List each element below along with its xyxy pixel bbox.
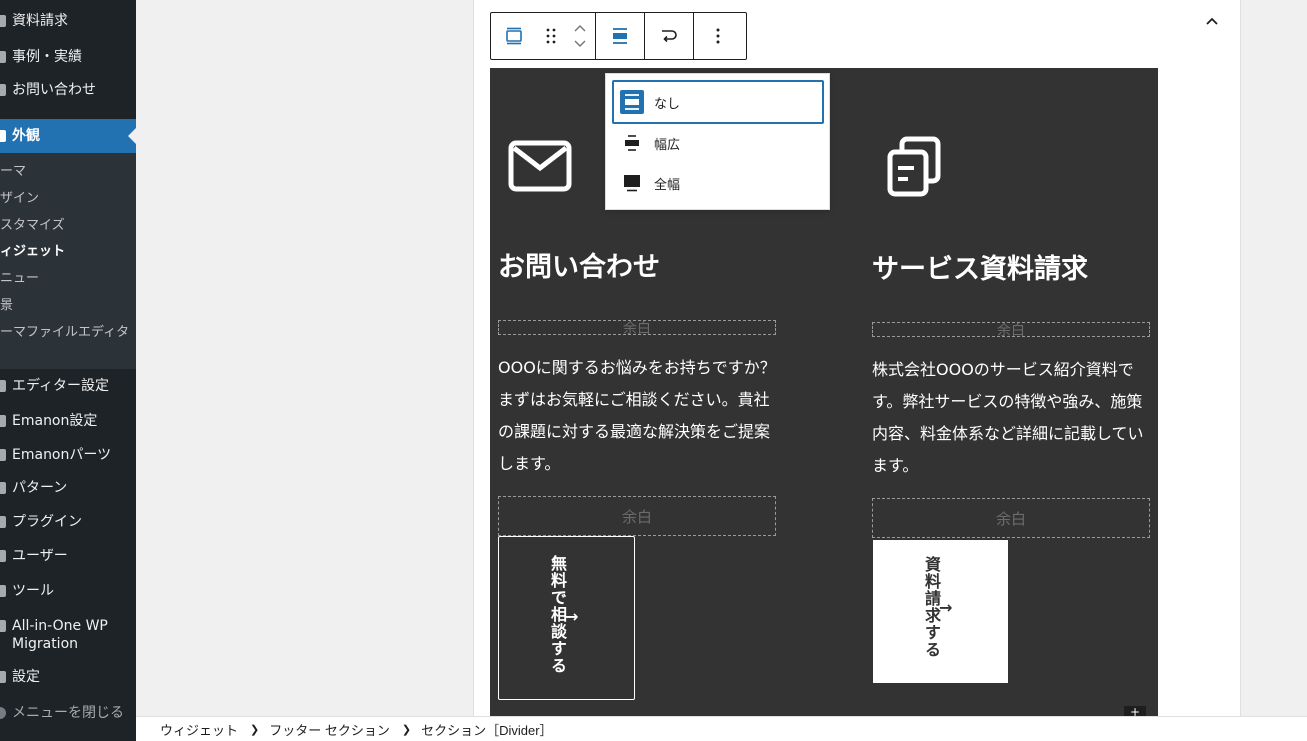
menu-item-plugins[interactable]: プラグイン [0, 505, 136, 539]
align-option-wide[interactable]: 幅広 [612, 123, 824, 163]
appearance-icon [0, 130, 6, 142]
submenu-item-customize[interactable]: スタマイズ [0, 217, 65, 235]
arrow-right-icon: → [939, 598, 953, 617]
document-request-heading[interactable]: サービス資料請求 [872, 247, 1088, 286]
align-option-none[interactable]: なし [612, 80, 824, 124]
align-option-full[interactable]: 全幅 [612, 163, 824, 203]
toolbar-group-transform [645, 13, 694, 59]
submenu-item-editor[interactable]: ザイン [0, 190, 39, 208]
spacer-label: 余白 [997, 322, 1025, 339]
breadcrumb-item-section-divider: セクション［Divider］ [421, 722, 553, 738]
add-block-icon[interactable]: + [1124, 706, 1146, 716]
arrow-right-icon: → [565, 607, 579, 626]
menu-item-tools[interactable]: ツール [0, 574, 136, 608]
menu-item-emanon-settings[interactable]: Emanon設定 [0, 404, 136, 438]
align-none-icon [620, 90, 644, 114]
menu-item-appearance[interactable]: 外観 [0, 119, 136, 153]
menu-icon [0, 15, 6, 27]
menu-item-emanon-parts[interactable]: Emanonパーツ [0, 438, 136, 472]
toolbar-group-more [694, 13, 742, 59]
chevron-right-icon: ❯ [401, 723, 412, 736]
menu-item-users[interactable]: ユーザー [0, 539, 136, 573]
active-indicator [128, 128, 136, 144]
spacer-label: 余白 [621, 507, 652, 526]
menu-item-patterns[interactable]: パターン [0, 471, 136, 505]
tools-icon [0, 585, 6, 597]
collapse-menu-button[interactable]: メニューを閉じる [0, 696, 136, 730]
document-request-description[interactable]: 株式会社OOOのサービス紹介資料です。弊社サービスの特徴や強み、施策内容、料金体… [872, 354, 1152, 482]
block-breadcrumb: ウィジェット ❯ フッター セクション ❯ セクション［Divider］ [136, 716, 1307, 741]
menu-item-all-in-one-migration[interactable]: All-in-One WP Migration [0, 617, 136, 657]
submenu-item-background[interactable]: 景 [0, 297, 13, 315]
move-up-icon[interactable] [573, 23, 587, 33]
menu-icon [0, 449, 6, 461]
menu-item-case-studies[interactable]: 事例・実績 [0, 40, 136, 74]
menu-item-settings[interactable]: 設定 [0, 660, 136, 694]
menu-icon [0, 380, 6, 392]
settings-icon [0, 671, 6, 683]
menu-icon [0, 482, 6, 494]
spacer-label: 余白 [623, 320, 651, 337]
submenu-item-theme-file-editor[interactable]: ーマファイルエディタ [0, 324, 129, 342]
menu-item-editor-settings[interactable]: エディター設定 [0, 369, 136, 403]
align-wide-icon [620, 131, 644, 155]
submenu-item-menus[interactable]: ニュー [0, 270, 39, 288]
menu-item-contact[interactable]: お問い合わせ [0, 73, 136, 107]
appearance-submenu: ーマ ザイン スタマイズ ィジェット ニュー 景 ーマファイルエディタ [0, 153, 136, 369]
group-icon[interactable] [491, 13, 537, 59]
contact-heading[interactable]: お問い合わせ [498, 245, 660, 284]
submenu-item-themes[interactable]: ーマ [0, 163, 26, 181]
align-option-label: なし [654, 95, 681, 111]
mail-icon [508, 140, 572, 196]
spacer-block[interactable]: 余白 [498, 320, 776, 337]
request-documents-button[interactable]: 資料請求する → [873, 540, 1008, 683]
menu-icon [0, 84, 6, 96]
menu-item-document-request[interactable]: 資料請求 [0, 4, 136, 38]
spacer-block[interactable]: 余白 [872, 322, 1150, 339]
spacer-label: 余白 [995, 509, 1026, 528]
plugin-icon [0, 516, 6, 528]
toolbar-group-align [596, 13, 645, 59]
submenu-item-widgets[interactable]: ィジェット [0, 243, 65, 261]
toolbar-group-block [491, 13, 596, 59]
move-down-icon[interactable] [573, 39, 587, 49]
align-none-icon[interactable] [596, 13, 644, 59]
chevron-right-icon: ❯ [250, 723, 260, 736]
breadcrumb-item-widgets[interactable]: ウィジェット [160, 720, 238, 739]
admin-sidebar: 資料請求 事例・実績 お問い合わせ 外観 ーマ ザイン スタマイズ ィジェット … [0, 0, 136, 741]
spacer-block[interactable]: 余白 [872, 498, 1150, 538]
drag-handle-icon[interactable] [537, 13, 565, 59]
block-movers [565, 13, 595, 59]
contact-description[interactable]: OOOに関するお悩みをお持ちですか？まずはお気軽にご相談ください。貴社の課題に対… [498, 352, 778, 480]
editor-canvas: お問い合わせ 余白 OOOに関するお悩みをお持ちですか？まずはお気軽にご相談くだ… [136, 0, 1307, 716]
collapse-icon [0, 707, 6, 719]
block-toolbar [490, 12, 747, 60]
breadcrumb-item-footer-section[interactable]: フッター セクション [269, 720, 390, 739]
document-copy-icon [886, 136, 942, 202]
more-options-icon[interactable] [694, 13, 742, 59]
align-full-icon [620, 171, 644, 195]
user-icon [0, 550, 6, 562]
menu-icon [0, 415, 6, 427]
migration-icon [0, 620, 6, 632]
align-option-label: 幅広 [654, 136, 681, 152]
alignment-dropdown: なし 幅広 全幅 [605, 73, 830, 210]
chevron-up-icon[interactable] [1201, 10, 1223, 32]
free-consultation-button[interactable]: 無料で相談する → [498, 536, 635, 700]
menu-icon [0, 51, 6, 63]
align-option-label: 全幅 [654, 176, 681, 192]
spacer-block[interactable]: 余白 [498, 496, 776, 536]
transform-icon[interactable] [645, 13, 693, 59]
